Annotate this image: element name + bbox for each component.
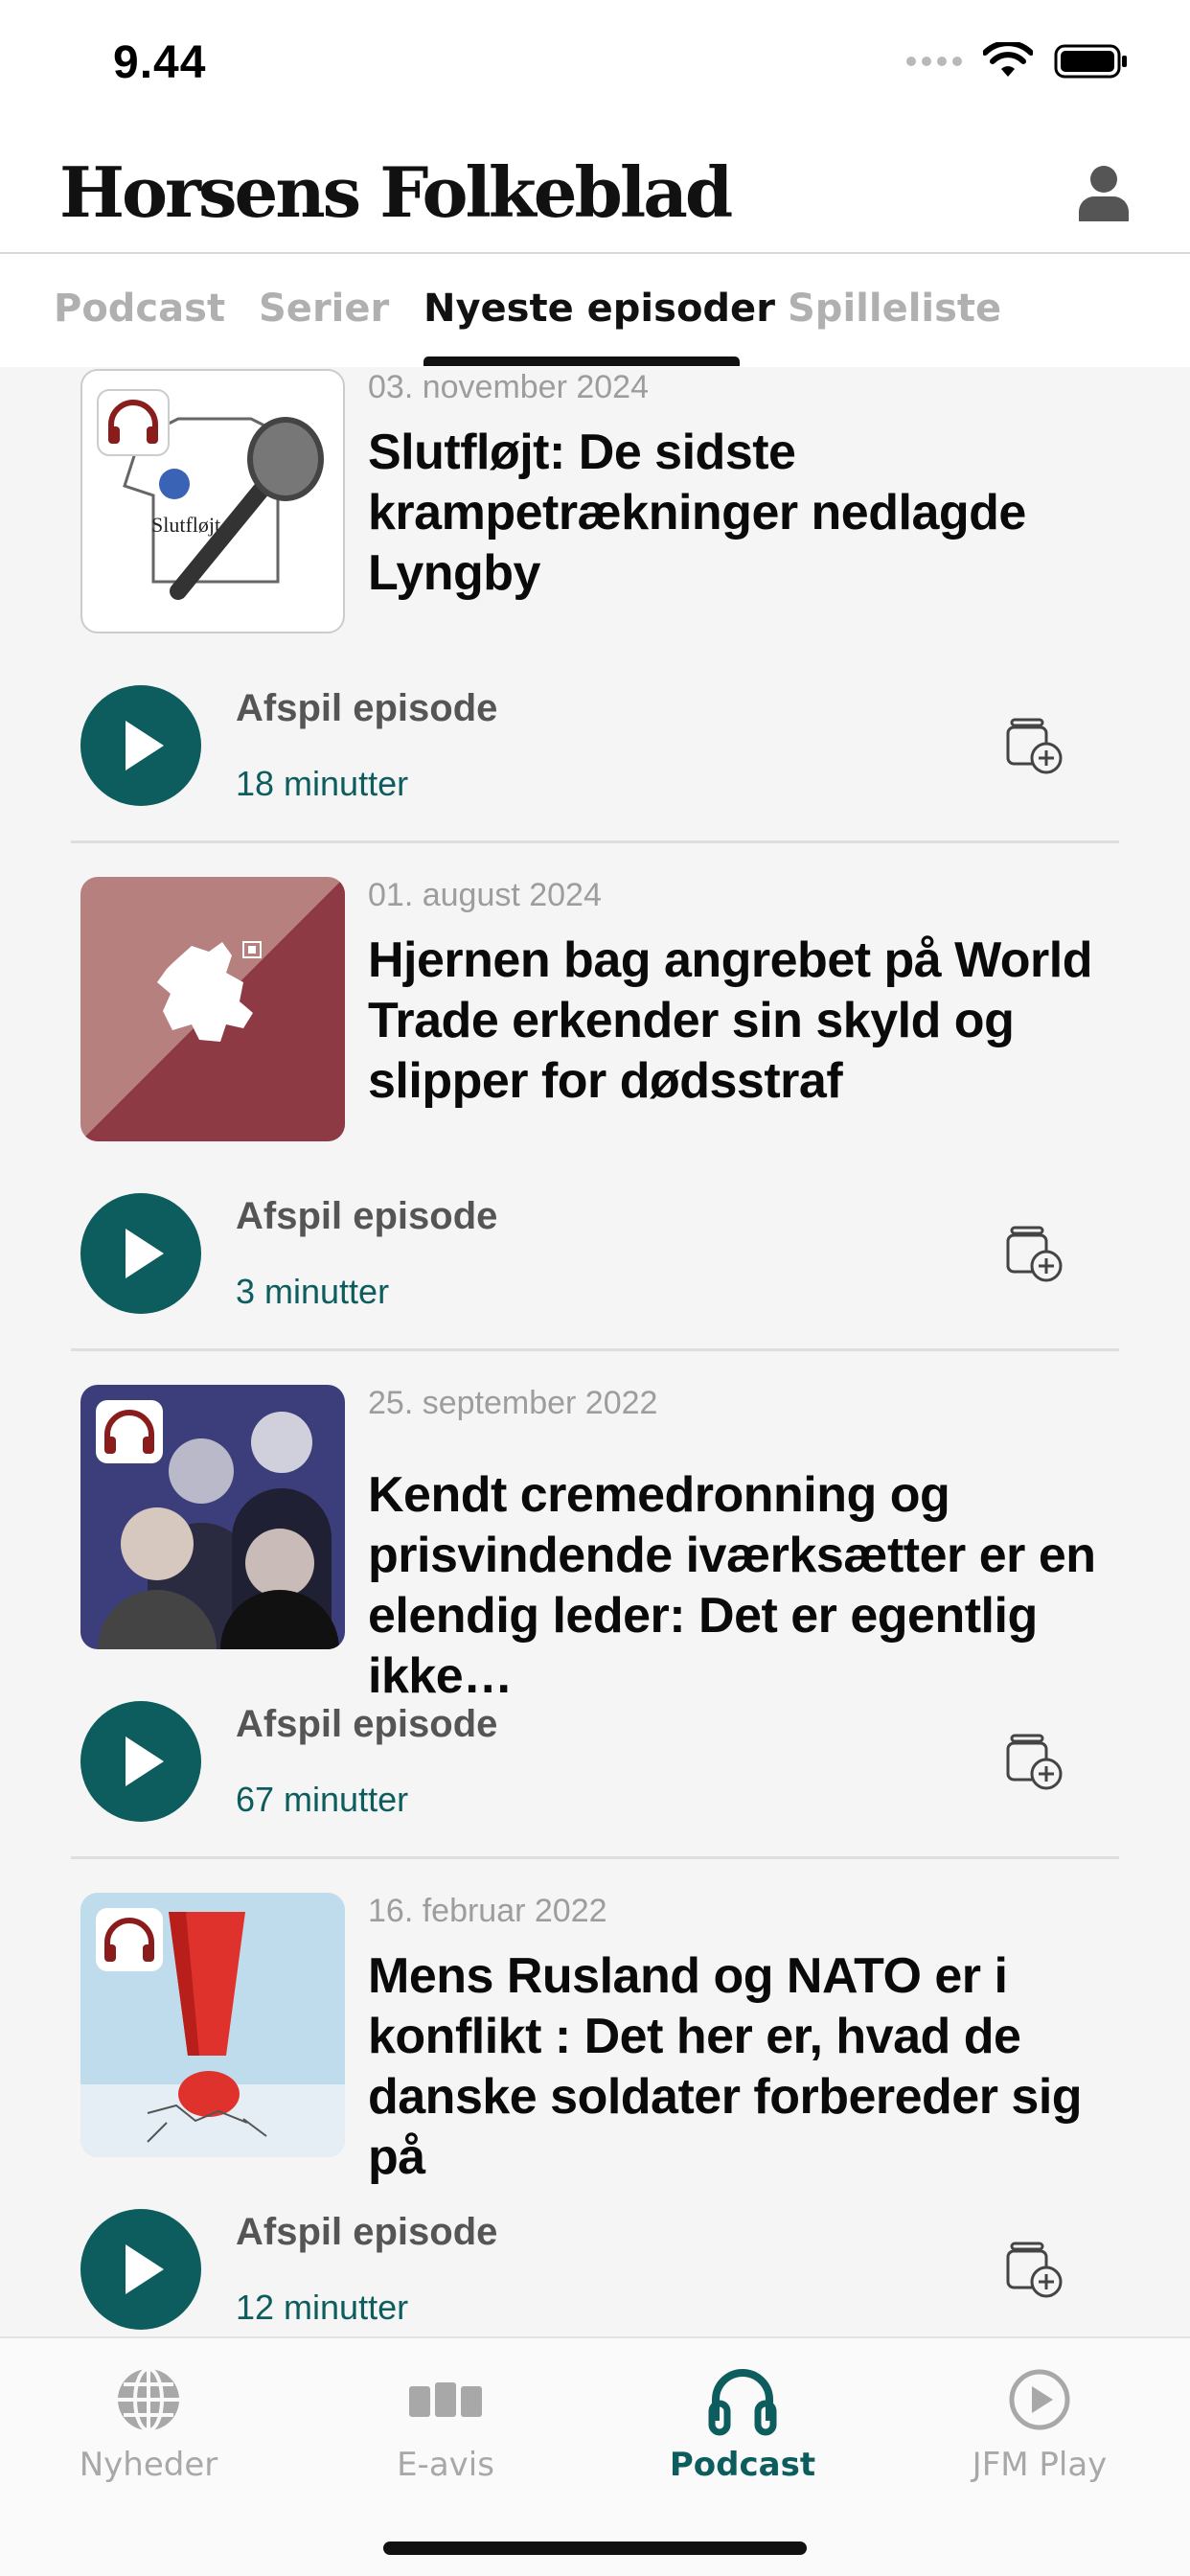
episode-title[interactable]: Slutfløjt: De sidste krampetrækninger ne… xyxy=(368,423,1134,604)
profile-button[interactable] xyxy=(1067,157,1140,230)
status-time: 9.44 xyxy=(113,37,207,88)
play-episode-label[interactable]: Afspil episode xyxy=(236,687,497,730)
play-episode-label[interactable]: Afspil episode xyxy=(236,1195,497,1238)
play-button[interactable] xyxy=(80,1701,201,1822)
episode-title[interactable]: Mens Rusland og NATO er i konflikt : Det… xyxy=(368,1946,1134,2188)
play-icon xyxy=(126,1229,164,1278)
episode-item[interactable]: 16. februar 2022 Mens Rusland og NATO er… xyxy=(0,1893,1190,2336)
play-button[interactable] xyxy=(80,2209,201,2330)
nav-e-avis[interactable]: E-avis xyxy=(297,2338,594,2530)
episode-date: 03. november 2024 xyxy=(368,369,649,405)
episode-date: 25. september 2022 xyxy=(368,1385,658,1421)
app-header: Horsens Folkeblad xyxy=(0,134,1190,254)
play-icon xyxy=(126,721,164,770)
play-icon xyxy=(126,1736,164,1786)
tab-bar: Podcast Serier Nyeste episoder Spillelis… xyxy=(0,256,1190,367)
tab-spilleliste[interactable]: Spilleliste xyxy=(788,287,1001,331)
globe-icon xyxy=(118,2367,179,2432)
active-tab-indicator xyxy=(423,356,740,366)
tab-nyeste-episoder[interactable]: Nyeste episoder xyxy=(423,287,775,331)
episode-duration: 18 minutter xyxy=(236,764,409,803)
svg-text:Slutfløjt: Slutfløjt xyxy=(151,513,220,537)
add-to-playlist-icon[interactable] xyxy=(1004,2238,1067,2301)
brand-logo[interactable]: Horsens Folkeblad xyxy=(59,151,733,233)
wifi-icon xyxy=(983,42,1033,77)
nav-jfm-play[interactable]: JFM Play xyxy=(891,2338,1188,2530)
play-icon xyxy=(126,2244,164,2294)
tab-podcast[interactable]: Podcast xyxy=(54,287,225,331)
status-icons xyxy=(906,42,1129,80)
home-indicator[interactable] xyxy=(383,2542,807,2555)
play-button[interactable] xyxy=(80,1193,201,1314)
nav-nyheder[interactable]: Nyheder xyxy=(0,2338,297,2530)
tab-serier[interactable]: Serier xyxy=(259,287,389,331)
episode-date: 16. februar 2022 xyxy=(368,1893,607,1929)
episode-item[interactable]: 01. august 2024 Hjernen bag angrebet på … xyxy=(0,877,1190,1385)
episode-title[interactable]: Kendt cremedronning og prisvindende ivær… xyxy=(368,1465,1134,1707)
play-button[interactable] xyxy=(80,685,201,806)
episode-item[interactable]: Slutfløjt 03. november 2024 Slutfløjt: D… xyxy=(0,369,1190,877)
bottom-navigation: Nyheder E-avis Podcast JFM Play xyxy=(0,2336,1190,2576)
episode-thumbnail[interactable] xyxy=(80,877,345,1141)
status-bar: 9.44 xyxy=(0,0,1190,134)
divider xyxy=(71,840,1119,843)
play-episode-label[interactable]: Afspil episode xyxy=(236,2211,497,2254)
nav-label: Nyheder xyxy=(79,2446,218,2484)
add-to-playlist-icon[interactable] xyxy=(1004,1730,1067,1793)
episode-duration: 3 minutter xyxy=(236,1272,390,1311)
episode-thumbnail[interactable] xyxy=(80,1893,345,2157)
nav-label: E-avis xyxy=(397,2446,494,2484)
play-circle-icon xyxy=(1009,2369,1070,2430)
nav-label: Podcast xyxy=(669,2446,816,2484)
episode-thumbnail[interactable]: Slutfløjt xyxy=(80,369,345,633)
battery-icon xyxy=(1054,44,1127,79)
cellular-signal-icon xyxy=(906,57,962,66)
play-episode-label[interactable]: Afspil episode xyxy=(236,1703,497,1746)
episode-title[interactable]: Hjernen bag angrebet på World Trade erke… xyxy=(368,931,1134,1112)
add-to-playlist-icon[interactable] xyxy=(1004,714,1067,777)
user-icon xyxy=(1079,166,1129,221)
divider xyxy=(71,1348,1119,1351)
nav-podcast[interactable]: Podcast xyxy=(594,2338,891,2530)
divider xyxy=(71,1856,1119,1859)
episode-duration: 12 minutter xyxy=(236,2288,409,2327)
episode-duration: 67 minutter xyxy=(236,1780,409,1819)
episode-date: 01. august 2024 xyxy=(368,877,602,913)
newspaper-icon xyxy=(409,2382,482,2417)
episode-list[interactable]: Slutfløjt 03. november 2024 Slutfløjt: D… xyxy=(0,367,1190,2336)
episode-thumbnail[interactable] xyxy=(80,1385,345,1649)
episode-item[interactable]: 25. september 2022 Kendt cremedronning o… xyxy=(0,1385,1190,1893)
add-to-playlist-icon[interactable] xyxy=(1004,1222,1067,1285)
nav-label: JFM Play xyxy=(972,2446,1108,2484)
headphones-icon xyxy=(708,2369,777,2436)
